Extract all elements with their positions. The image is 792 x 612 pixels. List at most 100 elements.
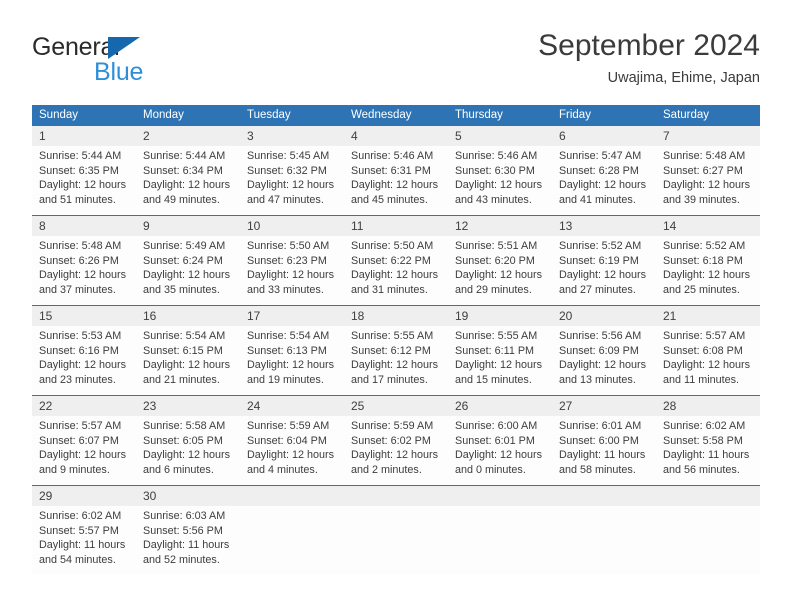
- sunset-text: Sunset: 6:12 PM: [351, 344, 431, 357]
- daylight-text-line2: and 19 minutes.: [247, 373, 324, 386]
- day-number[interactable]: 28: [656, 396, 760, 416]
- brand-logo[interactable]: General Blue: [32, 34, 252, 90]
- sunrise-text: Sunrise: 5:55 AM: [455, 330, 538, 342]
- day-number-band: 1234567: [32, 126, 760, 146]
- day-cell[interactable]: Sunrise: 6:01 AM Sunset: 6:00 PM Daylight:…: [552, 416, 656, 485]
- day-number[interactable]: 22: [32, 396, 136, 416]
- day-number[interactable]: 23: [136, 396, 240, 416]
- day-cell[interactable]: Sunrise: 5:54 AM Sunset: 6:15 PM Daylight:…: [136, 326, 240, 395]
- day-cell[interactable]: Sunrise: 5:59 AM Sunset: 6:04 PM Daylight:…: [240, 416, 344, 485]
- day-cell[interactable]: Sunrise: 5:45 AM Sunset: 6:32 PM Daylight:…: [240, 146, 344, 215]
- sunrise-text: Sunrise: 5:53 AM: [39, 330, 122, 342]
- day-cell[interactable]: Sunrise: 6:02 AM Sunset: 5:57 PM Daylight:…: [32, 506, 136, 575]
- day-number[interactable]: 3: [240, 126, 344, 146]
- day-number[interactable]: 18: [344, 306, 448, 326]
- day-cell[interactable]: Sunrise: 5:46 AM Sunset: 6:30 PM Daylight:…: [448, 146, 552, 215]
- day-cell[interactable]: Sunrise: 6:00 AM Sunset: 6:01 PM Daylight:…: [448, 416, 552, 485]
- sunrise-text: Sunrise: 5:52 AM: [559, 240, 642, 252]
- day-number[interactable]: 15: [32, 306, 136, 326]
- day-cell[interactable]: Sunrise: 5:53 AM Sunset: 6:16 PM Daylight:…: [32, 326, 136, 395]
- day-cell[interactable]: Sunrise: 5:54 AM Sunset: 6:13 PM Daylight:…: [240, 326, 344, 395]
- week-row: 15 16 17 18 19 20 21 Sunrise: 5:53 AM Sunset: 6:…: [32, 305, 760, 395]
- day-number-band: 15 16 17 18 19 20 21: [32, 306, 760, 326]
- day-details-band: Sunrise: 6:02 AM Sunset: 5:57 PM Daylight:…: [32, 506, 760, 575]
- daylight-text-line1: Daylight: 12 hours: [143, 449, 231, 462]
- day-number[interactable]: 17: [240, 306, 344, 326]
- day-cell[interactable]: Sunrise: 5:56 AM Sunset: 6:09 PM Daylight:…: [552, 326, 656, 395]
- day-cell[interactable]: Sunrise: 5:44 AM Sunset: 6:35 PM Daylight:…: [32, 146, 136, 215]
- day-cell[interactable]: Sunrise: 5:48 AM Sunset: 6:26 PM Daylight:…: [32, 236, 136, 305]
- day-number[interactable]: 9: [136, 216, 240, 236]
- day-cell[interactable]: Sunrise: 5:44 AM Sunset: 6:34 PM Daylight:…: [136, 146, 240, 215]
- day-number[interactable]: 2: [136, 126, 240, 146]
- day-cell[interactable]: Sunrise: 5:58 AM Sunset: 6:05 PM Daylight:…: [136, 416, 240, 485]
- day-cell[interactable]: Sunrise: 5:48 AM Sunset: 6:27 PM Daylight:…: [656, 146, 760, 215]
- day-cell[interactable]: Sunrise: 5:49 AM Sunset: 6:24 PM Daylight:…: [136, 236, 240, 305]
- week-row: 29 30 Sunrise: 6:02 AM Sunset: 5:57 PM Dayli…: [32, 485, 760, 575]
- sunset-text: Sunset: 6:34 PM: [143, 164, 223, 177]
- day-cell[interactable]: Sunrise: 5:52 AM Sunset: 6:19 PM Daylight:…: [552, 236, 656, 305]
- day-number[interactable]: 5: [448, 126, 552, 146]
- sunset-text: Sunset: 6:08 PM: [663, 344, 743, 357]
- sunrise-text: Sunrise: 5:56 AM: [559, 330, 642, 342]
- day-number[interactable]: 20: [552, 306, 656, 326]
- day-details-band: Sunrise: 5:53 AM Sunset: 6:16 PM Daylight:…: [32, 326, 760, 395]
- day-number[interactable]: 26: [448, 396, 552, 416]
- weekday-header-row: Sunday Monday Tuesday Wednesday Thursday…: [32, 105, 760, 126]
- day-cell[interactable]: Sunrise: 5:52 AM Sunset: 6:18 PM Daylight:…: [656, 236, 760, 305]
- day-number[interactable]: 21: [656, 306, 760, 326]
- day-cell[interactable]: Sunrise: 5:47 AM Sunset: 6:28 PM Daylight:…: [552, 146, 656, 215]
- weekday-saturday: Saturday: [663, 109, 710, 121]
- day-cell[interactable]: Sunrise: 5:50 AM Sunset: 6:23 PM Daylight:…: [240, 236, 344, 305]
- day-number[interactable]: 25: [344, 396, 448, 416]
- day-number-band: 8 9 10 11 12 13 14: [32, 216, 760, 236]
- day-number[interactable]: 24: [240, 396, 344, 416]
- sunrise-text: Sunrise: 6:01 AM: [559, 420, 642, 432]
- day-cell[interactable]: Sunrise: 5:46 AM Sunset: 6:31 PM Daylight:…: [344, 146, 448, 215]
- day-cell[interactable]: Sunrise: 5:57 AM Sunset: 6:07 PM Daylight:…: [32, 416, 136, 485]
- daylight-text-line2: and 2 minutes.: [351, 463, 422, 476]
- daylight-text-line2: and 41 minutes.: [559, 193, 636, 206]
- day-number[interactable]: 13: [552, 216, 656, 236]
- day-number[interactable]: 6: [552, 126, 656, 146]
- day-number[interactable]: 12: [448, 216, 552, 236]
- day-cell[interactable]: Sunrise: 5:50 AM Sunset: 6:22 PM Daylight:…: [344, 236, 448, 305]
- day-number[interactable]: 29: [32, 486, 136, 506]
- day-cell[interactable]: Sunrise: 5:55 AM Sunset: 6:12 PM Daylight:…: [344, 326, 448, 395]
- daylight-text-line1: Daylight: 12 hours: [351, 449, 439, 462]
- day-number[interactable]: 4: [344, 126, 448, 146]
- daylight-text-line1: Daylight: 11 hours: [143, 539, 230, 552]
- daylight-text-line1: Daylight: 12 hours: [351, 359, 439, 372]
- sunset-text: Sunset: 6:22 PM: [351, 254, 431, 267]
- day-number-empty: [240, 486, 344, 506]
- day-cell[interactable]: Sunrise: 5:55 AM Sunset: 6:11 PM Daylight:…: [448, 326, 552, 395]
- day-cell[interactable]: Sunrise: 6:03 AM Sunset: 5:56 PM Daylight:…: [136, 506, 240, 575]
- daylight-text-line2: and 51 minutes.: [39, 193, 116, 206]
- sunrise-text: Sunrise: 5:50 AM: [247, 240, 330, 252]
- day-number[interactable]: 7: [656, 126, 760, 146]
- day-number-empty: [344, 486, 448, 506]
- sunrise-text: Sunrise: 5:46 AM: [455, 150, 538, 162]
- day-number[interactable]: 1: [32, 126, 136, 146]
- day-number[interactable]: 11: [344, 216, 448, 236]
- day-number[interactable]: 30: [136, 486, 240, 506]
- page-subtitle: Uwajima, Ehime, Japan: [607, 70, 760, 86]
- triangle-logo-icon: [108, 37, 140, 59]
- day-number[interactable]: 27: [552, 396, 656, 416]
- sunrise-text: Sunrise: 5:48 AM: [39, 240, 122, 252]
- daylight-text-line2: and 15 minutes.: [455, 373, 532, 386]
- day-cell[interactable]: Sunrise: 6:02 AM Sunset: 5:58 PM Daylight:…: [656, 416, 760, 485]
- sunrise-text: Sunrise: 5:58 AM: [143, 420, 226, 432]
- sunrise-text: Sunrise: 5:45 AM: [247, 150, 330, 162]
- day-cell[interactable]: Sunrise: 5:51 AM Sunset: 6:20 PM Daylight:…: [448, 236, 552, 305]
- day-number[interactable]: 16: [136, 306, 240, 326]
- daylight-text-line1: Daylight: 12 hours: [143, 269, 231, 282]
- day-number[interactable]: 10: [240, 216, 344, 236]
- day-number[interactable]: 19: [448, 306, 552, 326]
- day-number[interactable]: 8: [32, 216, 136, 236]
- day-number[interactable]: 14: [656, 216, 760, 236]
- day-cell[interactable]: Sunrise: 5:59 AM Sunset: 6:02 PM Daylight:…: [344, 416, 448, 485]
- daylight-text-line1: Daylight: 12 hours: [455, 449, 543, 462]
- day-cell[interactable]: Sunrise: 5:57 AM Sunset: 6:08 PM Daylight:…: [656, 326, 760, 395]
- sunset-text: Sunset: 6:07 PM: [39, 434, 119, 447]
